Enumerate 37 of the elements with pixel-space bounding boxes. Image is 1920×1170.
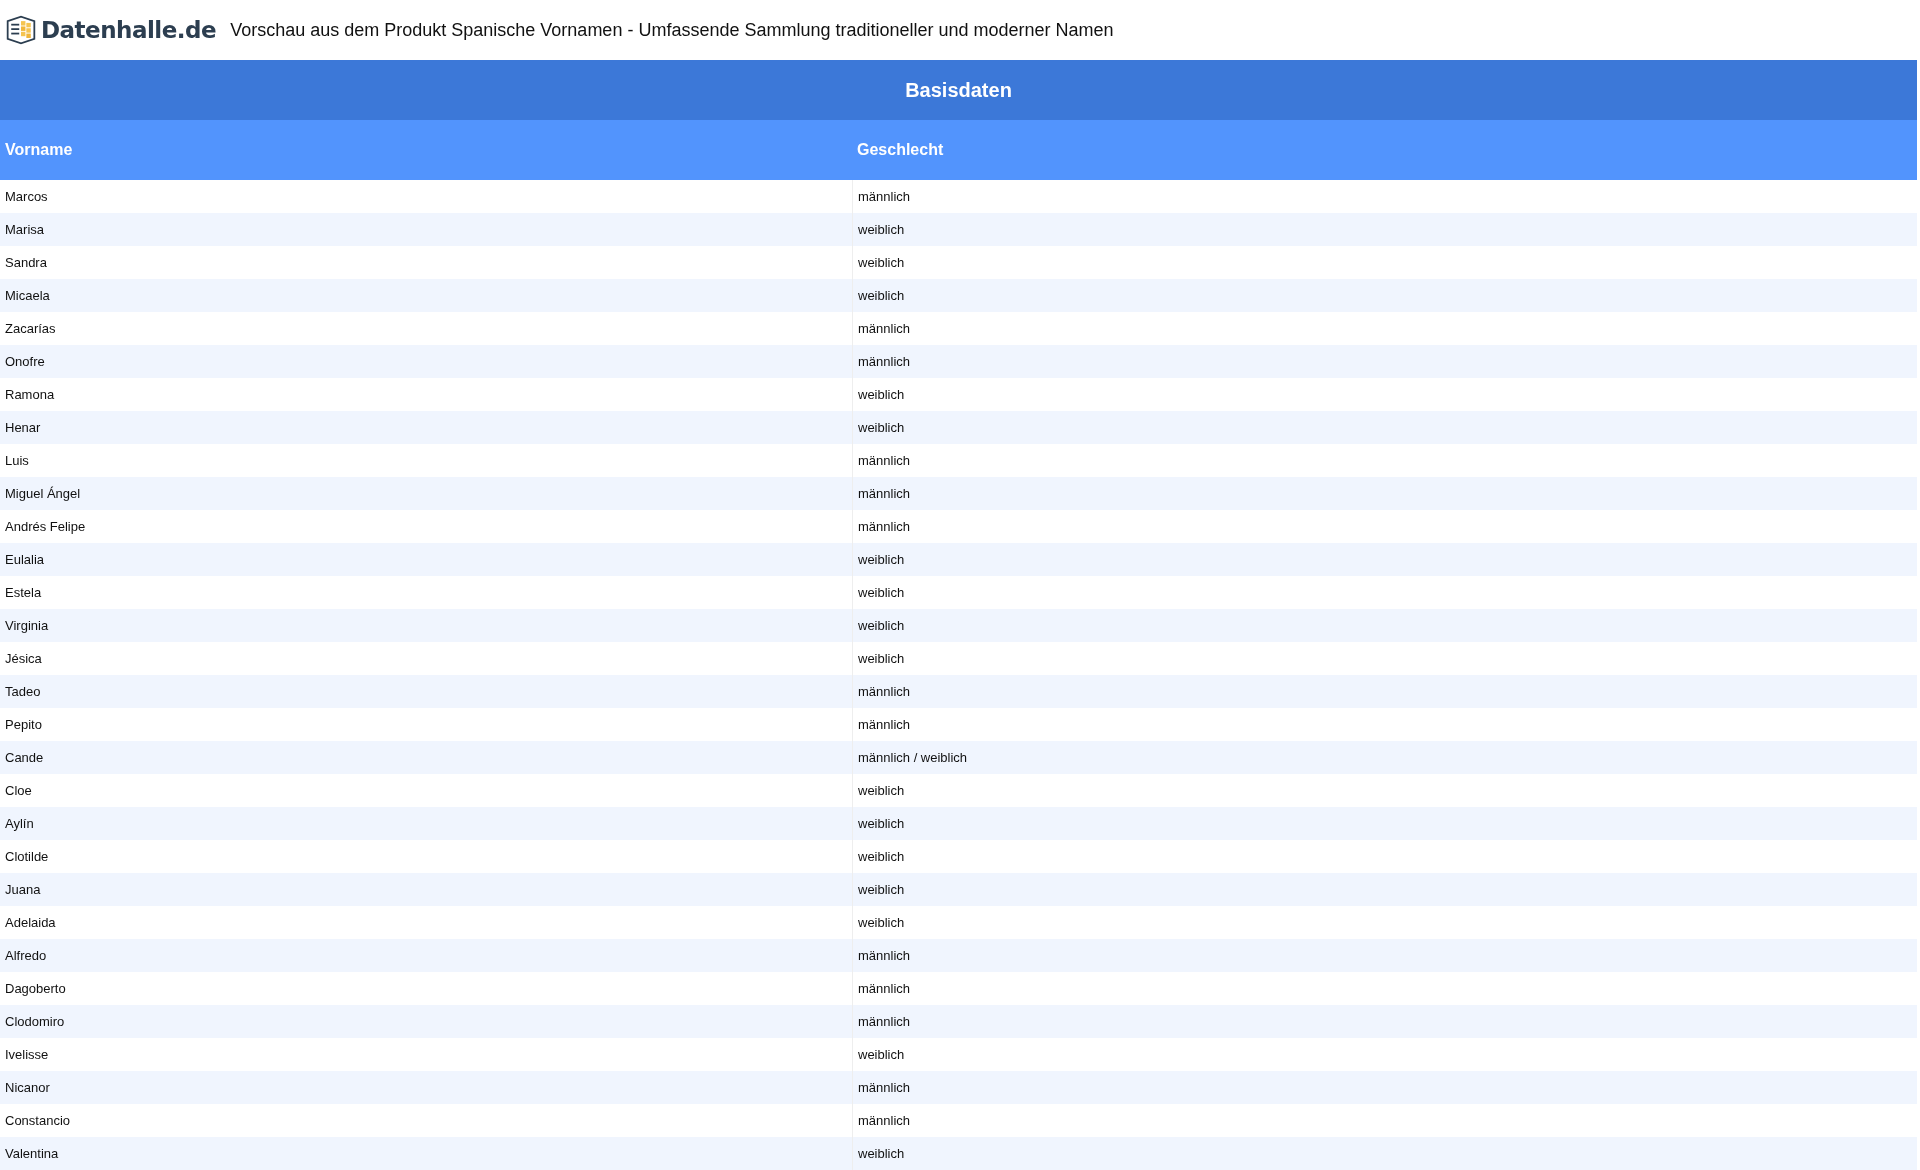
- table-cell-text: weiblich: [857, 551, 906, 569]
- table-cell-text: weiblich: [857, 617, 906, 635]
- table-cell-text: männlich: [857, 683, 912, 701]
- table-cell-text: weiblich: [857, 1046, 906, 1064]
- table-cell-text: weiblich: [857, 287, 906, 305]
- table-cell-text: weiblich: [857, 881, 906, 899]
- table-cell-text: männlich: [857, 485, 912, 503]
- table-cell-text: weiblich: [857, 650, 906, 668]
- column-header: Geschlecht: [856, 140, 945, 160]
- table-cell-text: weiblich: [857, 221, 906, 239]
- table-cell-text: weiblich: [857, 782, 906, 800]
- table-cell-text: weiblich: [857, 848, 906, 866]
- table-cell-text: männlich: [857, 1112, 912, 1130]
- table-cell-text: männlich / weiblich: [857, 749, 969, 767]
- table-cell-text: männlich: [857, 353, 912, 371]
- table-cell-text: weiblich: [857, 1145, 906, 1163]
- table-cell-text: weiblich: [857, 419, 906, 437]
- table-cell-text: weiblich: [857, 584, 906, 602]
- column-header: Vorname: [4, 140, 74, 160]
- table-cell-text: männlich: [857, 1013, 912, 1031]
- table-cell-text: männlich: [857, 980, 912, 998]
- table-cell-text: männlich: [857, 518, 912, 536]
- page-title: Vorschau aus dem Produkt Spanische Vornamen - Umfassende Sammlung traditioneller und moderner Namen: [230, 19, 1114, 41]
- table-cell-text: männlich: [857, 320, 912, 338]
- logo-text[interactable]: Datenhalle.de: [41, 17, 217, 43]
- table-cell: Valentina: [0, 1137, 853, 1170]
- table-cell-text: männlich: [857, 452, 912, 470]
- table-caption: Basisdaten: [0, 60, 1917, 120]
- table-cell-text: weiblich: [857, 914, 906, 932]
- table-cell-text: weiblich: [857, 815, 906, 833]
- logo-icon: [5, 14, 37, 46]
- table-cell-text: männlich: [857, 1079, 912, 1097]
- table-cell-text: männlich: [857, 947, 912, 965]
- table-cell-text: männlich: [857, 716, 912, 734]
- table-cell-text: weiblich: [857, 386, 906, 404]
- table-cell-text: männlich: [857, 188, 912, 206]
- table-cell-text: weiblich: [857, 254, 906, 272]
